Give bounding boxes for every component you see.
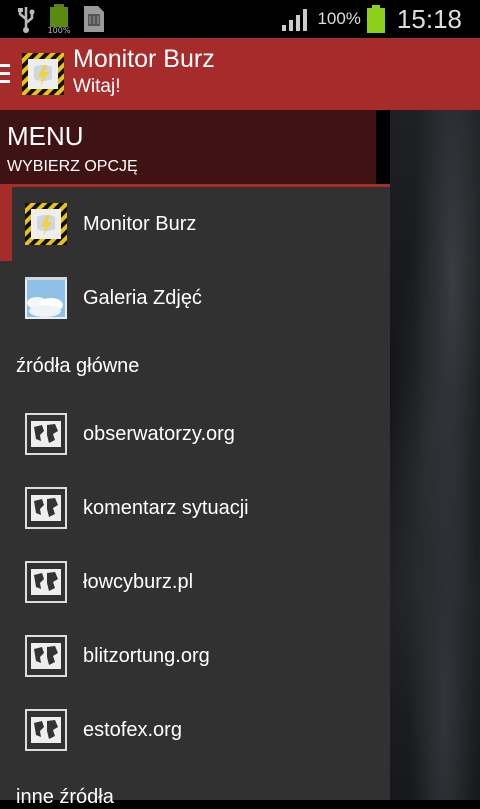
map-icon (25, 635, 67, 677)
battery-icon (366, 5, 385, 33)
drawer-item-label: Monitor Burz (83, 213, 197, 235)
active-indicator (0, 187, 12, 261)
drawer-item-label: estofex.org (83, 719, 182, 741)
drawer-item-label: komentarz sytuacji (83, 497, 249, 519)
sim-card-icon (84, 6, 104, 32)
map-icon (25, 487, 67, 529)
storm-monitor-icon (25, 203, 67, 245)
drawer-item-estofex[interactable]: estofex.org (0, 693, 390, 767)
status-left-icons: 100% (16, 4, 106, 34)
map-icon (25, 709, 67, 751)
navigation-drawer: MENU WYBIERZ OPCJĘ Monitor Burz Galeria … (0, 110, 390, 808)
section-header-main: źródła główne (16, 355, 140, 377)
drawer-item-blitzortung[interactable]: blitzortung.org (0, 619, 390, 693)
drawer-item-monitor-burz[interactable]: Monitor Burz (0, 187, 390, 261)
drawer-item-obserwatorzy[interactable]: obserwatorzy.org (0, 397, 390, 471)
status-bar: 100% 100% 15:18 (0, 0, 480, 38)
section-header-other: inne źródła (16, 786, 114, 808)
action-bar: Monitor Burz Witaj! (0, 38, 480, 110)
gallery-icon (25, 277, 67, 319)
battery-percent: 100% (317, 9, 361, 28)
app-title: Monitor Burz (73, 45, 215, 73)
drawer-item-label: Galeria Zdjęć (83, 287, 202, 309)
map-icon (25, 561, 67, 603)
app-subtitle: Witaj! (73, 76, 121, 97)
drawer-item-label: obserwatorzy.org (83, 423, 235, 445)
svg-text:100%: 100% (48, 26, 71, 34)
drawer-item-label: blitzortung.org (83, 645, 210, 667)
app-logo-icon[interactable] (22, 53, 64, 95)
status-right: 100% 15:18 (281, 0, 462, 38)
drawer-item-lowcyburz[interactable]: łowcyburz.pl (0, 545, 390, 619)
drawer-toggle-icon[interactable] (0, 64, 10, 86)
drawer-item-komentarz[interactable]: komentarz sytuacji (0, 471, 390, 545)
drawer-header-edge (376, 110, 390, 184)
drawer-item-galeria[interactable]: Galeria Zdjęć (0, 261, 390, 335)
drawer-title: MENU (7, 121, 84, 151)
drawer-item-label: łowcyburz.pl (83, 571, 194, 593)
battery-charging-icon: 100% (48, 4, 71, 34)
map-icon (25, 413, 67, 455)
signal-icon (282, 9, 308, 31)
clock: 15:18 (396, 3, 462, 34)
drawer-header: MENU WYBIERZ OPCJĘ (0, 110, 376, 184)
background-image (390, 110, 480, 800)
usb-icon (18, 7, 35, 33)
drawer-subtitle: WYBIERZ OPCJĘ (7, 158, 138, 175)
